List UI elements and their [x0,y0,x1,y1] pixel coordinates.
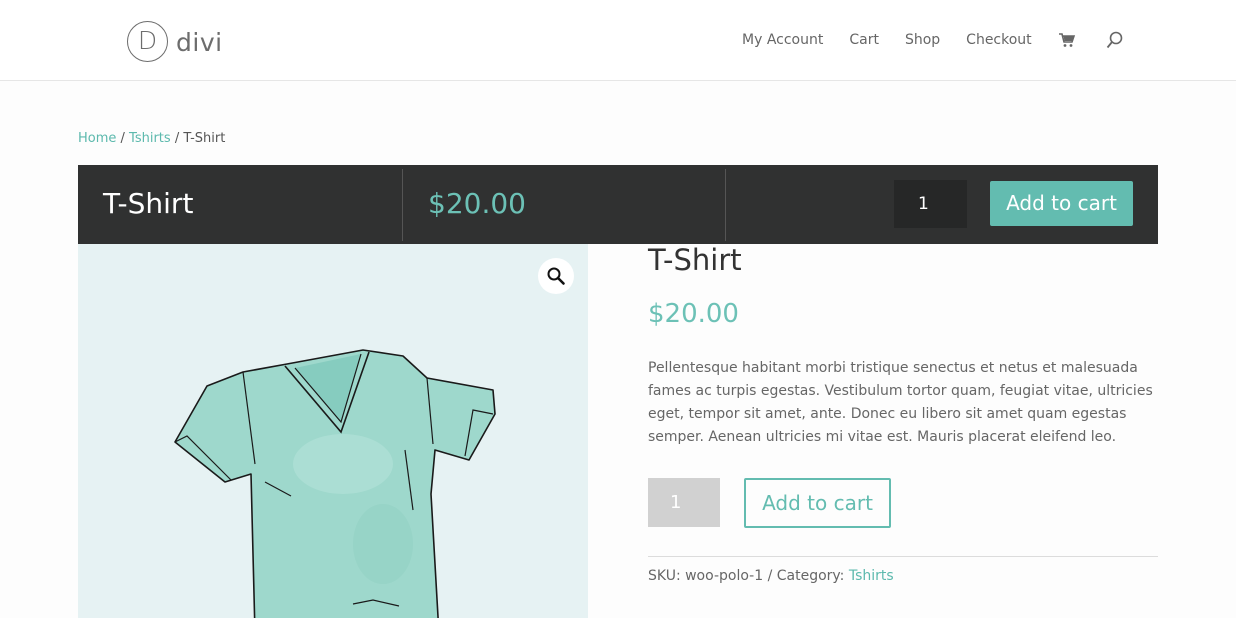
breadcrumb-separator: / [116,131,130,146]
product-meta: SKU: woo-polo-1 / Category: Tshirts [648,567,894,585]
breadcrumb: Home / Tshirts / T-Shirt [78,131,225,147]
nav-shop[interactable]: Shop [905,31,940,49]
product-price: $20.00 [648,299,739,329]
tshirt-illustration [174,349,496,618]
main-nav: My Account Cart Shop Checkout [742,31,1154,49]
breadcrumb-home[interactable]: Home [78,131,116,146]
quantity-input[interactable]: 1 [648,478,720,527]
site-header: D divi My Account Cart Shop Checkout [0,0,1236,81]
bar-divider [402,169,403,241]
magnifier-icon[interactable] [538,258,574,294]
breadcrumb-category[interactable]: Tshirts [129,131,171,146]
bar-product-title: T-Shirt [103,187,194,220]
nav-my-account[interactable]: My Account [742,31,823,49]
nav-checkout[interactable]: Checkout [966,31,1032,49]
sku-text: SKU: woo-polo-1 / Category: [648,568,849,584]
bar-product-price: $20.00 [428,187,526,220]
cart-icon[interactable] [1058,31,1076,49]
divider [648,556,1158,557]
bar-divider [725,169,726,241]
product-description: Pellentesque habitant morbi tristique se… [648,360,1153,445]
logo-mark: D [127,21,168,62]
sticky-cart-bar: T-Shirt $20.00 1 Add to cart [78,165,1158,244]
breadcrumb-current: T-Shirt [183,131,226,146]
logo[interactable]: D divi [127,21,223,62]
logo-text: divi [176,27,223,57]
search-icon[interactable] [1106,31,1124,49]
product-title: T-Shirt [648,243,742,277]
nav-cart[interactable]: Cart [849,31,879,49]
bar-quantity-input[interactable]: 1 [894,180,967,228]
bar-add-to-cart-button[interactable]: Add to cart [990,181,1133,226]
product-image[interactable] [78,244,588,618]
category-link[interactable]: Tshirts [849,568,894,584]
logo-letter: D [137,26,158,55]
breadcrumb-separator: / [170,131,184,146]
add-to-cart-button[interactable]: Add to cart [744,478,891,528]
